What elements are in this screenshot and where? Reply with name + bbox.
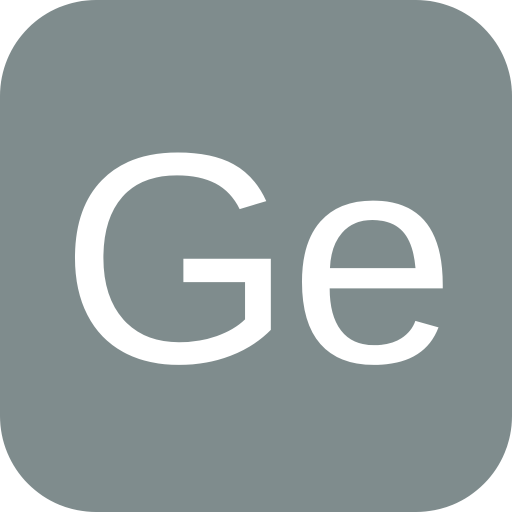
app-tile-icon: Ge [0, 0, 512, 512]
tile-label: Ge [59, 90, 456, 426]
